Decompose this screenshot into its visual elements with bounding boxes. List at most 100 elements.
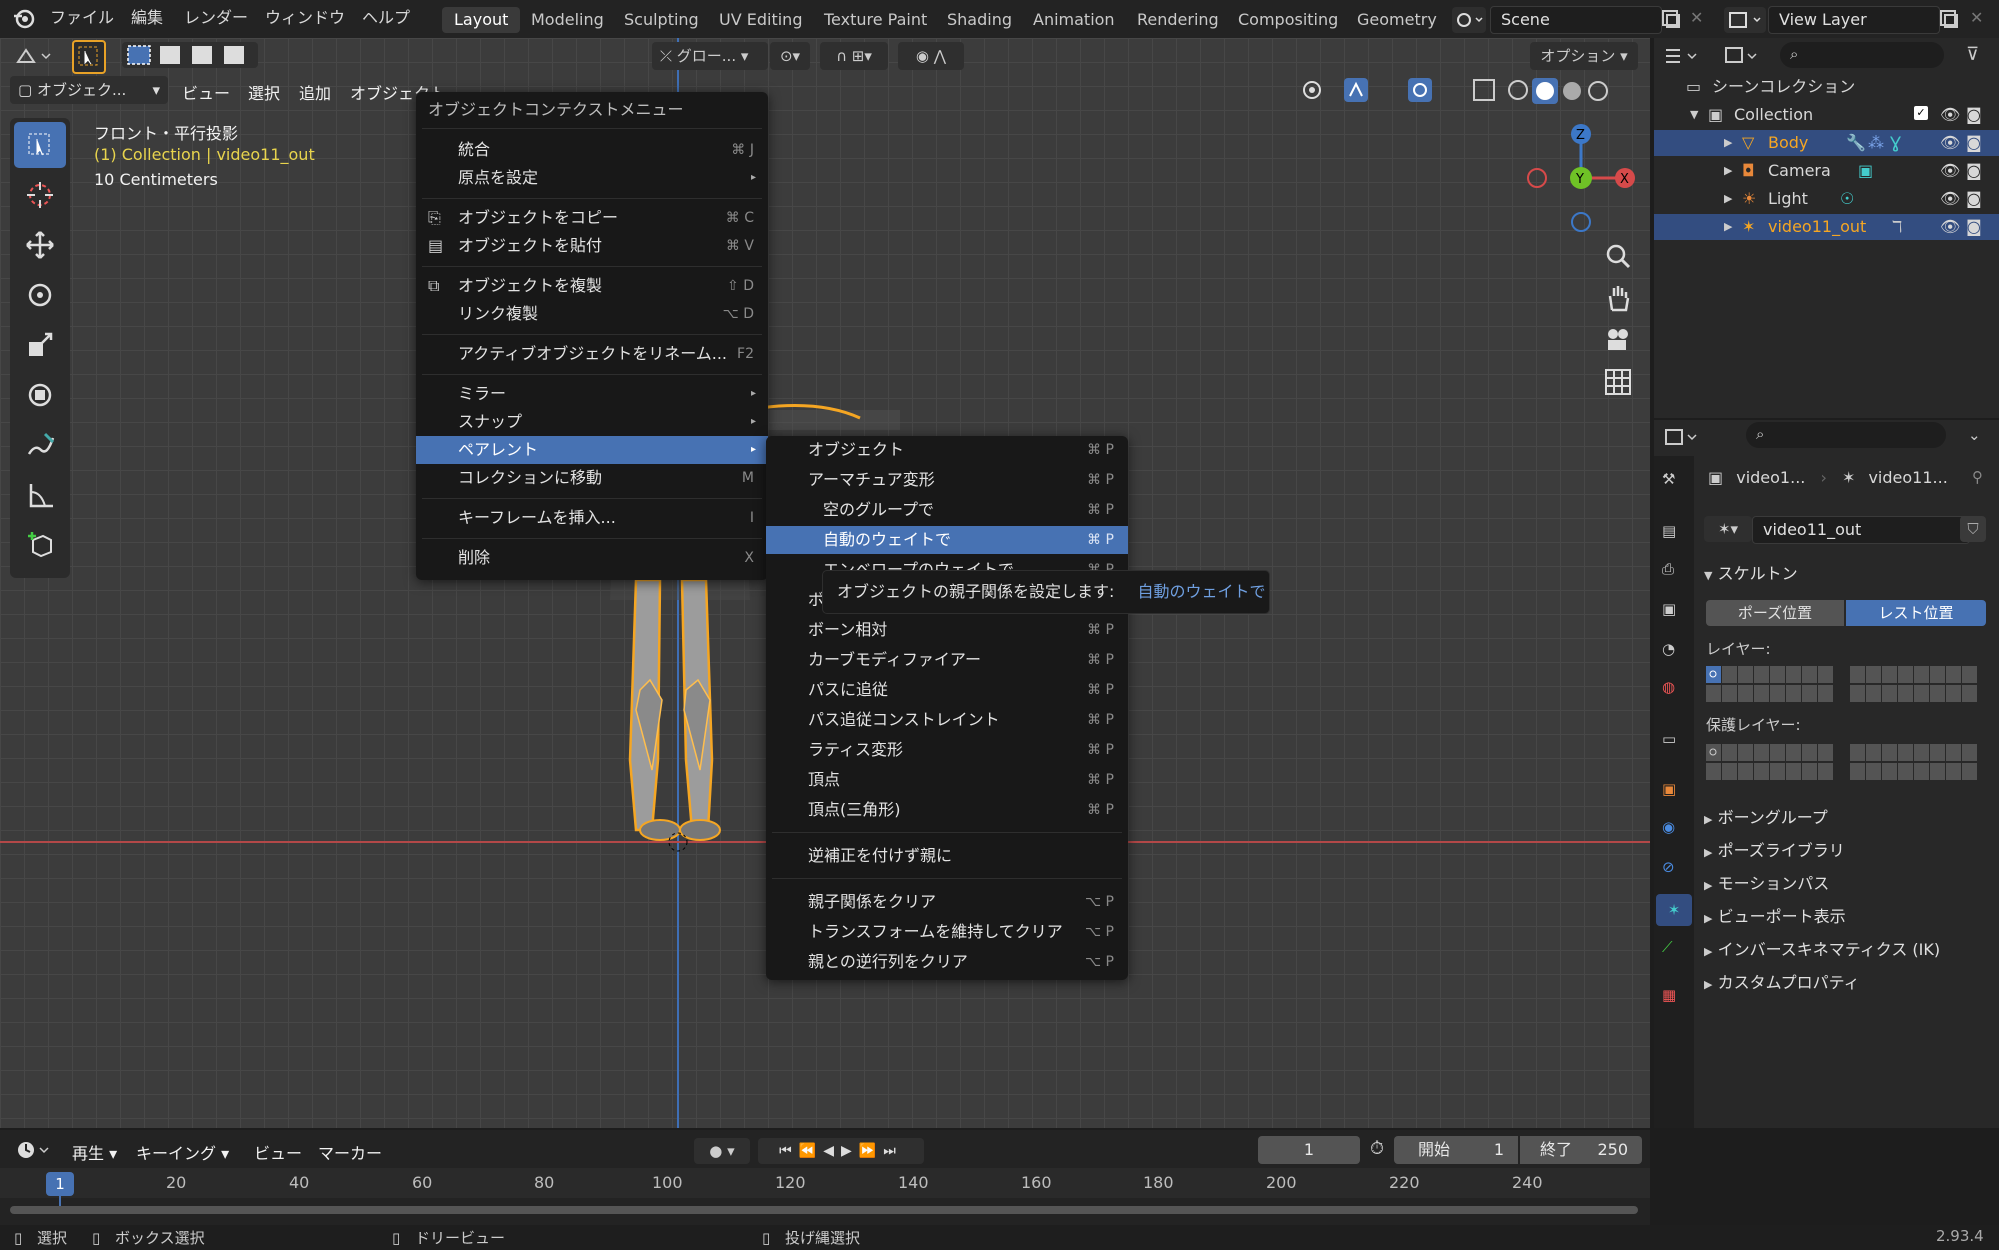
- scale-tool-icon[interactable]: [14, 322, 66, 368]
- proportional-edit-icon[interactable]: ◉ ⋀: [898, 42, 964, 70]
- snap-icon[interactable]: ∩ ⊞▾: [820, 42, 888, 70]
- tool-tab-icon[interactable]: ⚒: [1662, 470, 1675, 488]
- bone-tab-icon[interactable]: ⟋: [1662, 938, 1673, 956]
- auto-keying-icon[interactable]: ● ▾: [694, 1138, 750, 1164]
- parent-lattice-deform[interactable]: ラティス変形 ⌘ P: [766, 736, 1128, 764]
- zoom-icon[interactable]: [1602, 240, 1634, 272]
- output-tab-icon[interactable]: ⎙: [1662, 560, 1674, 578]
- keying-menu[interactable]: キーイング ▾: [136, 1140, 229, 1164]
- parent-vertex-triangle[interactable]: 頂点(三角形) ⌘ P: [766, 796, 1128, 824]
- outliner-scene-collection[interactable]: ▭ シーンコレクション: [1654, 74, 1999, 100]
- constraints-tab-icon[interactable]: ⊘: [1662, 858, 1675, 876]
- outliner-item-light[interactable]: ▶ ☀ Light ☉ 👁 ◙: [1654, 186, 1999, 212]
- playhead[interactable]: 1: [46, 1172, 74, 1196]
- select-menu[interactable]: 選択: [248, 80, 280, 104]
- layers-grid[interactable]: [1706, 666, 1986, 706]
- menu-render[interactable]: レンダー: [184, 6, 248, 30]
- camera-view-icon[interactable]: [1602, 324, 1634, 356]
- menu-item-rename-active[interactable]: アクティブオブジェクトをリネーム... F2: [416, 340, 768, 368]
- tab-sculpting[interactable]: Sculpting: [612, 7, 711, 33]
- new-view-layer-icon[interactable]: [1938, 8, 1960, 30]
- editor-type-icon[interactable]: [12, 42, 56, 70]
- menu-item-duplicate-linked[interactable]: リンク複製 ⌥ D: [416, 300, 768, 328]
- scene-selector-icon[interactable]: [1452, 7, 1486, 33]
- view-layer-field[interactable]: View Layer: [1768, 6, 1940, 34]
- timeline-scrollbar[interactable]: [10, 1206, 1638, 1214]
- blender-logo-icon[interactable]: [12, 7, 36, 29]
- selection-mode-icons[interactable]: [122, 42, 258, 68]
- scene-tab-icon[interactable]: ◔: [1662, 640, 1675, 658]
- parent-follow-path[interactable]: パスに追従 ⌘ P: [766, 676, 1128, 704]
- tab-modeling[interactable]: Modeling: [519, 7, 616, 33]
- armature-data-browse-icon[interactable]: ✶▾: [1704, 516, 1752, 542]
- new-scene-icon[interactable]: [1660, 8, 1682, 30]
- current-frame-field[interactable]: 1: [1258, 1136, 1360, 1164]
- menu-file[interactable]: ファイル: [50, 6, 114, 30]
- end-frame-field[interactable]: 終了 250: [1520, 1136, 1642, 1164]
- pose-library-section[interactable]: ▶ ポーズライブラリ: [1704, 837, 1845, 861]
- view-layer-tab-icon[interactable]: ▣: [1662, 600, 1676, 618]
- outliner-editor-type-icon[interactable]: [1660, 44, 1704, 68]
- parent-bone-relative[interactable]: ボーン相対 ⌘ P: [766, 616, 1128, 644]
- tab-texture-paint[interactable]: Texture Paint: [812, 7, 939, 33]
- tab-uv-editing[interactable]: UV Editing: [707, 7, 814, 33]
- parent-automatic-weights[interactable]: 自動のウェイトで ⌘ P: [766, 526, 1128, 554]
- pivot-point-icon[interactable]: ⊙▾: [770, 42, 810, 70]
- motion-paths-section[interactable]: ▶ モーションパス: [1704, 870, 1829, 894]
- collection-checkbox[interactable]: ✓: [1914, 106, 1928, 120]
- filter-icon[interactable]: ⊽: [1966, 44, 1979, 65]
- tab-geometry[interactable]: Geometry: [1345, 7, 1449, 33]
- outliner-item-video11-out[interactable]: ▶ ✶ video11_out ℸ 👁 ◙: [1654, 214, 1999, 240]
- menu-item-copy-objects[interactable]: ⎘ オブジェクトをコピー ⌘ C: [416, 204, 768, 232]
- collection-tab-icon[interactable]: ▭: [1662, 730, 1676, 748]
- texture-tab-icon[interactable]: ▦: [1662, 986, 1676, 1004]
- menu-edit[interactable]: 編集: [131, 6, 163, 30]
- menu-item-insert-keyframe[interactable]: キーフレームを挿入... I: [416, 504, 768, 532]
- cursor-tool-icon[interactable]: [14, 172, 66, 218]
- parent-vertex[interactable]: 頂点 ⌘ P: [766, 766, 1128, 794]
- parent-object[interactable]: オブジェクト ⌘ P: [766, 436, 1128, 464]
- outliner-search-input[interactable]: ⌕: [1780, 42, 1944, 68]
- timeline-editor-type-icon[interactable]: [12, 1138, 56, 1162]
- display-mode-icon[interactable]: [1720, 44, 1764, 68]
- properties-editor-type-icon[interactable]: [1660, 424, 1704, 450]
- properties-search-input[interactable]: ⌕: [1746, 422, 1946, 448]
- custom-properties-section[interactable]: ▶ カスタムプロパティ: [1704, 969, 1860, 993]
- menu-help[interactable]: ヘルプ: [362, 6, 410, 30]
- parent-no-inverse[interactable]: 逆補正を付けず親に: [766, 842, 1128, 870]
- navigation-gizmo[interactable]: Z X Y: [1526, 120, 1636, 240]
- delete-view-layer-icon[interactable]: ✕: [1970, 8, 1983, 27]
- outliner-item-body[interactable]: ▶ ▽ Body 🔧 ⁂ Ɣ 👁 ◙: [1654, 130, 1999, 156]
- object-tab-icon[interactable]: ▣: [1662, 780, 1676, 798]
- pose-position-button[interactable]: ポーズ位置: [1706, 600, 1844, 626]
- options-dropdown[interactable]: オプション ▾: [1530, 42, 1638, 70]
- start-frame-field[interactable]: 開始 1: [1394, 1136, 1518, 1164]
- clear-parent-inverse[interactable]: 親との逆行列をクリア ⌥ P: [766, 948, 1128, 976]
- parent-armature-deform[interactable]: アーマチュア変形 ⌘ P: [766, 466, 1128, 494]
- view-layer-selector-icon[interactable]: [1724, 7, 1766, 33]
- protected-layers-grid[interactable]: [1706, 744, 1986, 784]
- menu-item-paste-objects[interactable]: ▤ オブジェクトを貼付 ⌘ V: [416, 232, 768, 260]
- delete-scene-icon[interactable]: ✕: [1690, 8, 1703, 27]
- mode-dropdown[interactable]: ▢ オブジェク... ▾: [10, 76, 168, 104]
- transform-tool-icon[interactable]: [14, 372, 66, 418]
- tab-compositing[interactable]: Compositing: [1226, 7, 1350, 33]
- menu-item-mirror[interactable]: ミラー ▸: [416, 380, 768, 408]
- ortho-grid-icon[interactable]: [1602, 366, 1634, 398]
- menu-item-snap[interactable]: スナップ ▸: [416, 408, 768, 436]
- menu-item-parent[interactable]: ペアレント ▸: [416, 436, 768, 464]
- view-menu[interactable]: ビュー: [182, 80, 230, 104]
- menu-item-delete[interactable]: 削除 X: [416, 544, 768, 572]
- add-cube-tool-icon[interactable]: [14, 522, 66, 568]
- menu-item-join[interactable]: 統合 ⌘ J: [416, 136, 768, 164]
- fake-user-shield-icon[interactable]: ⛉: [1960, 516, 1986, 542]
- parent-path-constraint[interactable]: パス追従コンストレイント ⌘ P: [766, 706, 1128, 734]
- tab-layout[interactable]: Layout: [442, 7, 521, 33]
- add-menu[interactable]: 追加: [299, 80, 331, 104]
- properties-options-chevron-icon[interactable]: ⌄: [1968, 426, 1981, 444]
- viewport-display-section[interactable]: ▶ ビューポート表示: [1704, 903, 1846, 927]
- move-tool-icon[interactable]: [14, 222, 66, 268]
- inverse-kinematics-section[interactable]: ▶ インバースキネマティクス (IK): [1704, 936, 1940, 960]
- physics-tab-icon[interactable]: ◉: [1662, 818, 1675, 836]
- playback-controls[interactable]: ⏮⏪◀▶⏩⏭: [758, 1138, 924, 1164]
